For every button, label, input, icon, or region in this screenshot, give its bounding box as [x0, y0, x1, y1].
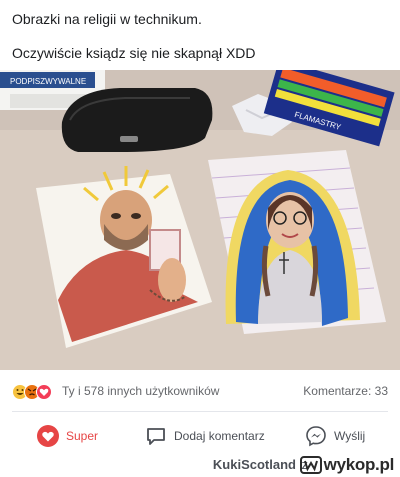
- reactions-row: Ty i 578 innych użytkowników Komentarze:…: [0, 380, 400, 404]
- comment-icon: [144, 424, 168, 448]
- author-name[interactable]: KukiScotland: [213, 457, 296, 472]
- wykop-logo[interactable]: wykop.pl: [299, 454, 395, 476]
- super-button[interactable]: Super: [36, 420, 98, 452]
- reactions-summary[interactable]: Ty i 578 innych użytkowników: [62, 384, 219, 398]
- action-bar: Super Dodaj komentarz Wyślij: [0, 420, 400, 452]
- add-comment-button[interactable]: Dodaj komentarz: [144, 420, 265, 452]
- post-line-1: Obrazki na religii w technikum.: [12, 11, 202, 27]
- wykop-logo-icon: [299, 456, 322, 474]
- love-icon: [36, 384, 52, 400]
- messenger-icon: [304, 424, 328, 448]
- super-label: Super: [66, 429, 99, 443]
- footer: KukiScotland z wykop.pl: [0, 454, 400, 477]
- send-label: Wyślij: [334, 429, 366, 443]
- post-line-2: Oczywiście ksiądz się nie skapnął XDD: [12, 45, 256, 61]
- comments-count[interactable]: Komentarze: 33: [303, 384, 388, 398]
- reaction-icons[interactable]: [12, 384, 56, 400]
- photo-drawing: PODPISZWYWALNE FLAMASTRY: [0, 70, 400, 370]
- brand-text: wykop.pl: [323, 455, 395, 474]
- add-comment-label: Dodaj komentarz: [174, 429, 265, 443]
- divider: [12, 411, 388, 412]
- super-icon: [36, 424, 60, 448]
- booklet-text: PODPISZWYWALNE: [10, 77, 86, 86]
- post-photo[interactable]: PODPISZWYWALNE FLAMASTRY: [0, 70, 400, 370]
- send-button[interactable]: Wyślij: [304, 420, 365, 452]
